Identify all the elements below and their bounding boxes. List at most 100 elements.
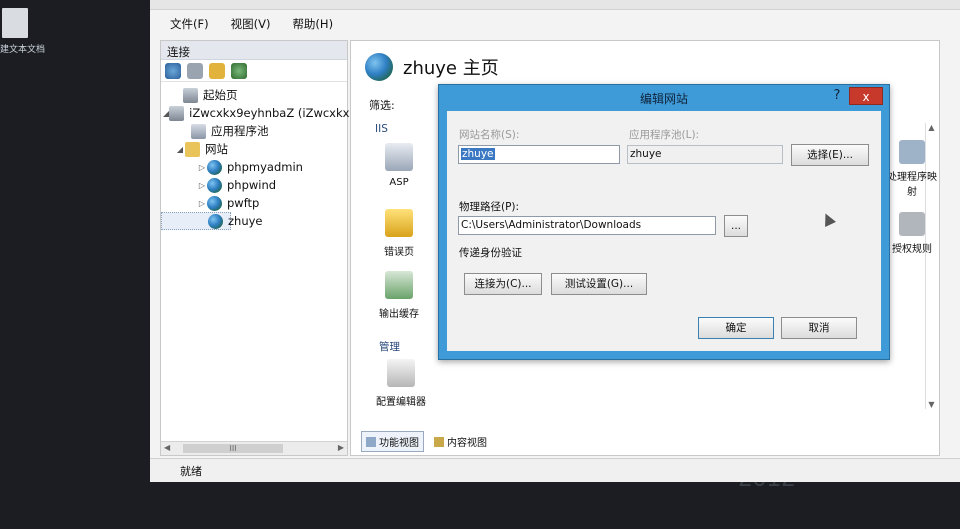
feature-config-editor[interactable]: 配置编辑器	[371, 359, 431, 408]
feature-error-pages[interactable]: 错误页	[369, 209, 429, 258]
dialog-title-bar[interactable]: 编辑网站 ? x	[439, 85, 889, 111]
site-globe-icon	[207, 177, 222, 193]
desktop-file-icon[interactable]	[2, 8, 28, 38]
app-pool-field: zhuye	[627, 145, 783, 164]
connections-tree: 起始页 ◢ iZwcxkx9eyhnbaZ (iZwcxkx9 应用程序池 ◢ …	[161, 82, 357, 230]
action-authorization-rules[interactable]: 授权规则	[882, 212, 942, 255]
group-manage-label: 管理	[379, 341, 400, 353]
connections-header: 连接	[161, 41, 347, 60]
dialog-body: 网站名称(S): zhuye 应用程序池(L): zhuye 选择(E)... …	[447, 111, 881, 351]
physical-path-field[interactable]: C:\Users\Administrator\Downloads	[458, 216, 716, 235]
tree-item-site-selected[interactable]: zhuye	[161, 212, 263, 230]
lock-icon	[899, 212, 925, 236]
view-tabs: 功能视图 内容视图	[361, 431, 491, 452]
site-globe-icon	[207, 159, 222, 175]
scroll-thumb[interactable]: III	[183, 444, 283, 453]
menu-view[interactable]: 视图(V)	[231, 16, 271, 32]
handler-mappings-icon	[899, 140, 925, 164]
tab-content-view[interactable]: 内容视图	[430, 432, 491, 451]
tab-label: 功能视图	[379, 438, 419, 449]
feature-label: ASP	[389, 177, 409, 188]
content-view-icon	[434, 436, 444, 447]
pass-through-auth-label: 传递身份验证	[459, 247, 522, 259]
menu-bar: 文件(F) 视图(V) 帮助(H)	[150, 10, 960, 38]
scroll-up-icon[interactable]: ▲	[926, 123, 937, 132]
group-iis-label: IIS	[375, 123, 388, 135]
output-cache-icon	[385, 271, 413, 299]
window-title-bar[interactable]	[150, 0, 960, 10]
tree-item-site[interactable]: ▷ phpmyadmin	[161, 158, 347, 176]
menu-help[interactable]: 帮助(H)	[292, 16, 333, 32]
feature-output-cache[interactable]: 输出缓存	[369, 271, 429, 320]
site-name-value: zhuye	[461, 148, 495, 160]
action-label: 射	[907, 187, 917, 198]
app-pool-icon	[191, 123, 206, 139]
features-view-icon	[366, 436, 376, 447]
tree-label: phpwind	[227, 178, 277, 192]
test-settings-button[interactable]: 测试设置(G)...	[551, 273, 647, 295]
tab-label: 内容视图	[447, 438, 487, 449]
connect-as-button[interactable]: 连接为(C)...	[464, 273, 542, 295]
scroll-left-icon[interactable]: ◀	[164, 443, 170, 452]
connections-horizontal-scrollbar[interactable]: ◀ III ▶	[161, 441, 347, 455]
sites-folder-icon	[185, 141, 200, 157]
config-editor-icon	[387, 359, 415, 387]
scroll-down-icon[interactable]: ▼	[926, 400, 937, 409]
tree-item-start-page[interactable]: 起始页	[161, 86, 347, 104]
page-title: zhuye 主页	[365, 53, 499, 81]
feature-label: 配置编辑器	[376, 397, 426, 408]
collapse-arrow-icon[interactable]: ◢	[175, 145, 185, 154]
tree-label: pwftp	[227, 196, 260, 210]
expand-arrow-icon[interactable]: ▷	[197, 199, 207, 208]
physical-path-label: 物理路径(P):	[459, 201, 520, 213]
status-text: 就绪	[180, 465, 202, 478]
tree-item-server[interactable]: ◢ iZwcxkx9eyhnbaZ (iZwcxkx9	[161, 104, 357, 122]
close-button[interactable]: x	[849, 87, 883, 105]
browse-button[interactable]: ...	[724, 215, 748, 237]
start-page-icon	[183, 87, 198, 103]
tree-label: 网站	[205, 142, 228, 156]
site-name-label: 网站名称(S):	[459, 129, 520, 141]
site-name-field[interactable]: zhuye	[458, 145, 620, 164]
app-pool-label: 应用程序池(L):	[629, 129, 700, 141]
server-icon	[169, 105, 185, 121]
scroll-right-icon[interactable]: ▶	[338, 443, 344, 452]
connections-toolbar	[161, 60, 347, 82]
tree-label: iZwcxkx9eyhnbaZ (iZwcxkx9	[189, 106, 357, 120]
action-handler-mappings[interactable]: 处理程序映 射	[882, 140, 942, 198]
asp-icon	[385, 143, 413, 171]
help-button[interactable]: ?	[827, 88, 847, 106]
action-label: 授权规则	[892, 244, 932, 255]
menu-file[interactable]: 文件(F)	[170, 16, 209, 32]
save-icon[interactable]	[187, 62, 203, 79]
connections-pane: 连接 起始页 ◢ iZwcxkx9eyhnbaZ (iZwcxkx9 应用程序池	[160, 40, 357, 456]
expand-arrow-icon[interactable]: ▷	[197, 163, 207, 172]
site-globe-icon	[207, 195, 222, 211]
error-404-icon	[385, 209, 413, 237]
tree-label: phpmyadmin	[227, 160, 303, 174]
page-title-text: zhuye 主页	[403, 58, 499, 79]
site-globe-icon	[365, 53, 393, 81]
tree-item-site[interactable]: ▷ pwftp	[161, 194, 347, 212]
ok-button[interactable]: 确定	[698, 317, 774, 339]
filter-label: 筛选:	[369, 99, 395, 112]
desktop-file-label[interactable]: 建文本文档	[0, 42, 45, 55]
tree-item-app-pools[interactable]: 应用程序池	[161, 122, 347, 140]
tree-item-site[interactable]: ▷ phpwind	[161, 176, 347, 194]
tree-label: 应用程序池	[211, 124, 269, 138]
action-label: 处理程序映	[887, 172, 937, 183]
expand-arrow-icon[interactable]: ▷	[197, 181, 207, 190]
connect-server-icon[interactable]	[231, 62, 247, 79]
actions-pane: 处理程序映 射 授权规则	[882, 140, 942, 255]
tab-features-view[interactable]: 功能视图	[361, 431, 424, 452]
site-globe-icon	[208, 213, 223, 229]
dialog-title: 编辑网站	[639, 92, 688, 106]
tree-item-sites[interactable]: ◢ 网站	[161, 140, 347, 158]
cancel-button[interactable]: 取消	[781, 317, 857, 339]
select-app-pool-button[interactable]: 选择(E)...	[791, 144, 869, 166]
up-folder-icon[interactable]	[209, 62, 225, 79]
status-bar: 就绪	[150, 458, 960, 482]
feature-asp[interactable]: ASP	[369, 143, 429, 188]
connect-globe-icon[interactable]	[165, 62, 181, 79]
tree-label: 起始页	[203, 88, 238, 102]
